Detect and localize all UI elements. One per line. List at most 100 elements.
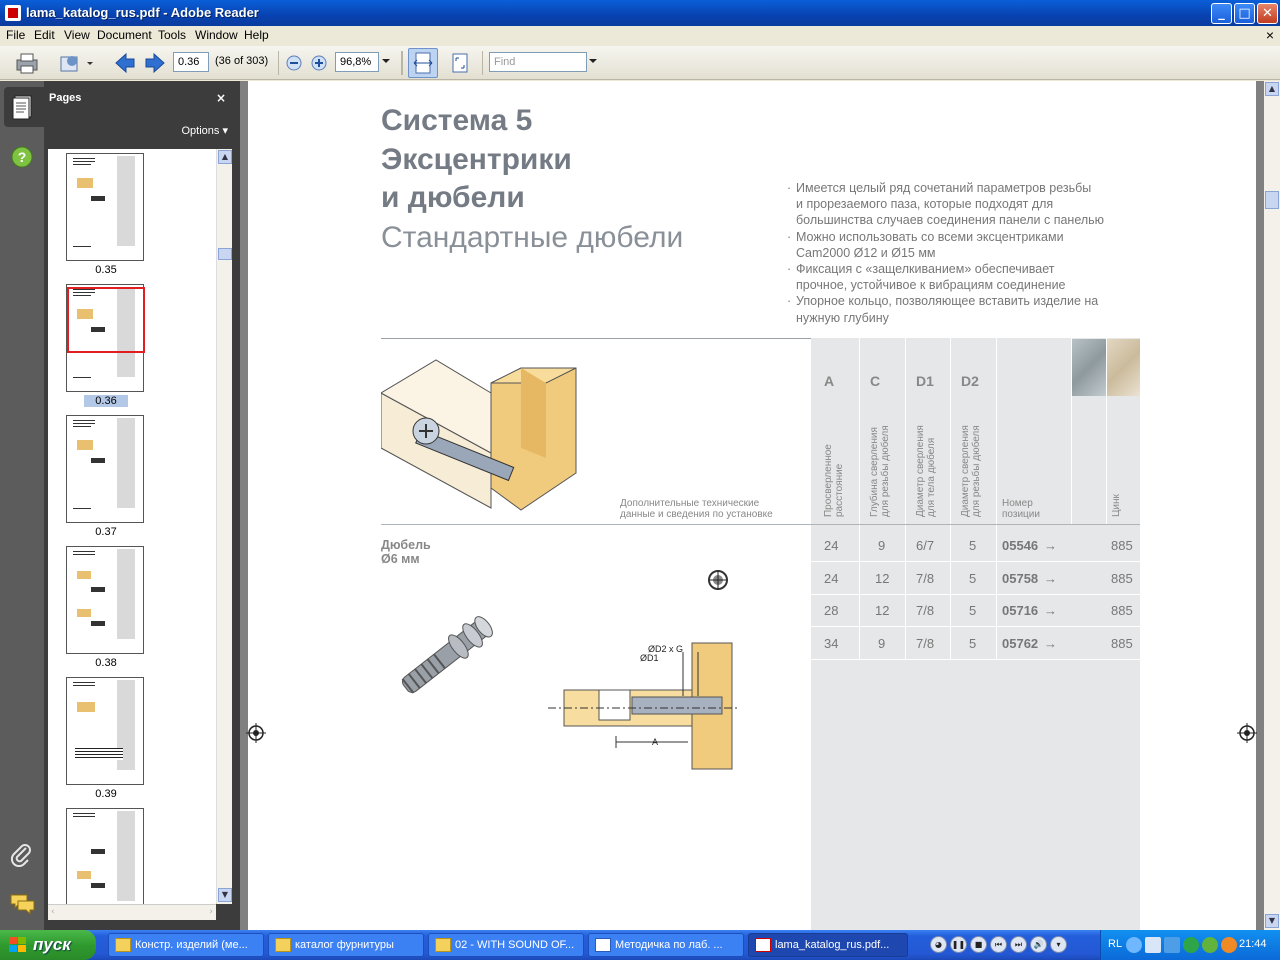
utorrent-icon[interactable] [1183,937,1199,953]
zoom-dropdown-arrow-icon[interactable] [381,56,391,80]
zinc-finish-swatch [1072,339,1106,396]
menu-tools[interactable]: Tools [158,28,186,42]
document-vertical-scrollbar[interactable]: ▲ ▼ [1264,81,1280,930]
title-bar: lama_katalog_rus.pdf - Adobe Reader _ □ … [0,0,1280,26]
fit-width-icon [413,52,433,74]
link-arrow-icon[interactable]: → [1044,636,1057,651]
help-icon[interactable]: ? [11,146,33,168]
player-icon[interactable]: ◕ [930,936,947,953]
scroll-thumb[interactable] [1265,191,1279,209]
column-header-position: Номер позиции [1002,498,1040,520]
next-track-icon[interactable]: ⏭ [1010,936,1027,953]
thumbnail-label: 0.37 [95,526,117,538]
scroll-up-icon[interactable]: ▲ [1265,82,1279,96]
cell-zinc: 885 [1111,571,1133,586]
taskbar-item-active[interactable]: lama_katalog_rus.pdf... [748,933,908,957]
organizer-icon[interactable] [58,51,94,75]
minimize-button[interactable]: _ [1211,3,1232,24]
attachments-icon[interactable] [10,843,34,867]
fit-page-icon[interactable] [448,51,472,75]
menu-arrow-icon[interactable]: ▾ [1050,936,1067,953]
fit-width-button[interactable] [408,48,438,78]
thumbnail-label: 0.35 [95,264,117,276]
start-button[interactable]: пуск [0,930,96,960]
pause-icon[interactable]: ❚❚ [950,936,967,953]
options-menu[interactable]: Options ▾ [181,124,228,137]
scroll-down-icon[interactable]: ▼ [1265,914,1279,928]
cell-zinc: 885 [1111,603,1133,618]
document-close-icon[interactable]: × [1266,27,1274,43]
menu-file[interactable]: File [6,28,25,42]
visible-area-indicator[interactable] [67,287,145,353]
thumbnail-label: 0.39 [95,788,117,800]
find-dropdown-arrow-icon[interactable] [588,56,598,80]
comments-icon[interactable] [9,891,35,915]
language-indicator[interactable]: RL [1108,938,1122,950]
menu-document[interactable]: Document [97,28,152,42]
link-arrow-icon[interactable]: → [1044,603,1057,618]
pages-tab[interactable] [4,87,44,127]
previous-page-icon[interactable] [113,51,137,75]
menu-window[interactable]: Window [195,28,238,42]
page-thumbnail[interactable] [66,546,144,654]
folder-icon [435,938,451,952]
antivirus-icon[interactable] [1202,937,1218,953]
thumbnail-label: 0.38 [95,657,117,669]
scroll-down-icon[interactable]: ▼ [218,888,232,902]
link-arrow-icon[interactable]: → [1044,538,1057,553]
scroll-up-icon[interactable]: ▲ [218,150,232,164]
cell-position-number[interactable]: 05546 [1002,538,1038,553]
column-divider [905,338,906,660]
zoom-in-icon[interactable] [309,53,329,77]
options-arrow-icon: ▾ [222,125,228,137]
network-icon[interactable] [1145,937,1161,953]
finish-swatch [1107,339,1140,396]
assembly-illustration [381,359,577,511]
volume-icon[interactable]: 🔊 [1030,936,1047,953]
thumbnail-vertical-scrollbar[interactable]: ▲ ▼ [216,149,232,904]
scroll-left-icon[interactable]: ‹ [51,907,55,917]
maximize-button[interactable]: □ [1234,3,1255,24]
display-icon[interactable] [1164,937,1180,953]
taskbar-item[interactable]: каталог фурнитуры [268,933,424,957]
scroll-thumb[interactable] [218,248,232,260]
find-input[interactable]: Find [489,52,587,72]
taskbar-item[interactable]: 02 - WITH SOUND OF... [428,933,584,957]
taskbar-item[interactable]: Констр. изделий (ме... [108,933,264,957]
row-divider [811,561,1140,562]
pages-panel-close-icon[interactable]: × [216,91,226,105]
previous-track-icon[interactable]: ⏮ [990,936,1007,953]
link-arrow-icon[interactable]: → [1044,571,1057,586]
tray-chevron-icon[interactable] [1126,937,1142,953]
next-page-icon[interactable] [143,51,167,75]
page-thumbnail[interactable] [66,415,144,523]
navigation-panel-strip: ? [0,81,44,930]
cell-d1: 7/8 [916,603,935,618]
menu-help[interactable]: Help [244,28,269,42]
table-header-divider [811,524,1140,525]
menu-edit[interactable]: Edit [34,28,55,42]
cell-c: 9 [878,538,886,553]
page-thumbnail[interactable] [66,677,144,785]
scroll-right-icon[interactable]: › [209,907,213,917]
page-number-input[interactable]: 0.36 [173,52,209,72]
cell-position-number[interactable]: 05716 [1002,603,1038,618]
cell-position-number[interactable]: 05758 [1002,571,1038,586]
update-icon[interactable] [1221,937,1237,953]
zoom-out-icon[interactable] [284,53,304,77]
close-button[interactable]: ✕ [1257,3,1278,24]
stop-icon[interactable]: ■ [970,936,987,953]
menu-view[interactable]: View [64,28,90,42]
page-thumbnail-selected[interactable] [66,284,145,392]
zoom-input[interactable]: 96,8% [335,52,379,72]
page-thumbnail[interactable] [66,808,144,904]
page-heading-line-1: Система 5 [381,104,533,137]
cell-position-number[interactable]: 05762 [1002,636,1038,651]
page-thumbnail[interactable] [66,153,144,261]
product-title: Дюбель Ø6 мм [381,538,431,566]
taskbar-item[interactable]: Методичка по лаб. ... [588,933,744,957]
column-header-a: A [824,373,835,389]
start-label: пуск [33,935,71,954]
thumbnail-horizontal-scrollbar[interactable]: ‹ › [48,904,216,920]
print-icon[interactable] [14,51,40,75]
